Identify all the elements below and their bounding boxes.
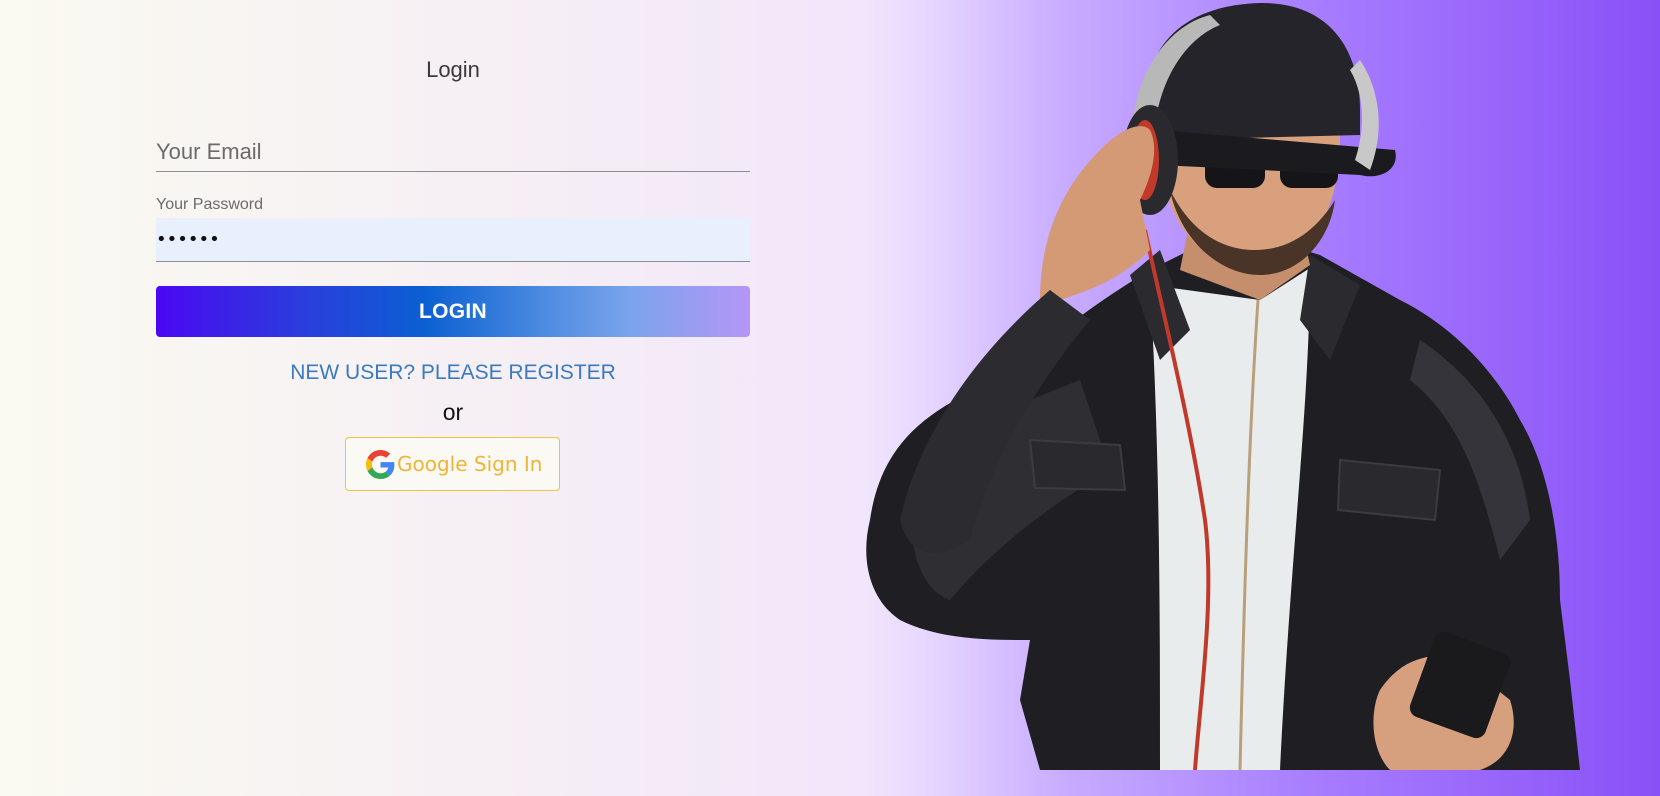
page-title: Login xyxy=(426,57,480,82)
login-button[interactable]: LOGIN xyxy=(156,286,750,337)
google-sign-in-button[interactable]: Google Sign In xyxy=(345,437,560,491)
or-divider-text: or xyxy=(442,399,464,425)
password-label: Your Password xyxy=(156,196,264,213)
email-field[interactable] xyxy=(156,124,750,172)
login-panel: Login Your Password LOGIN NEW USER? PLEA… xyxy=(156,0,750,796)
password-field[interactable] xyxy=(156,218,750,262)
register-link[interactable]: NEW USER? PLEASE REGISTER xyxy=(156,361,750,385)
google-g-icon xyxy=(366,449,395,479)
google-sign-in-label: Google Sign In xyxy=(397,452,543,476)
man-with-headphones-image xyxy=(866,2,1580,770)
